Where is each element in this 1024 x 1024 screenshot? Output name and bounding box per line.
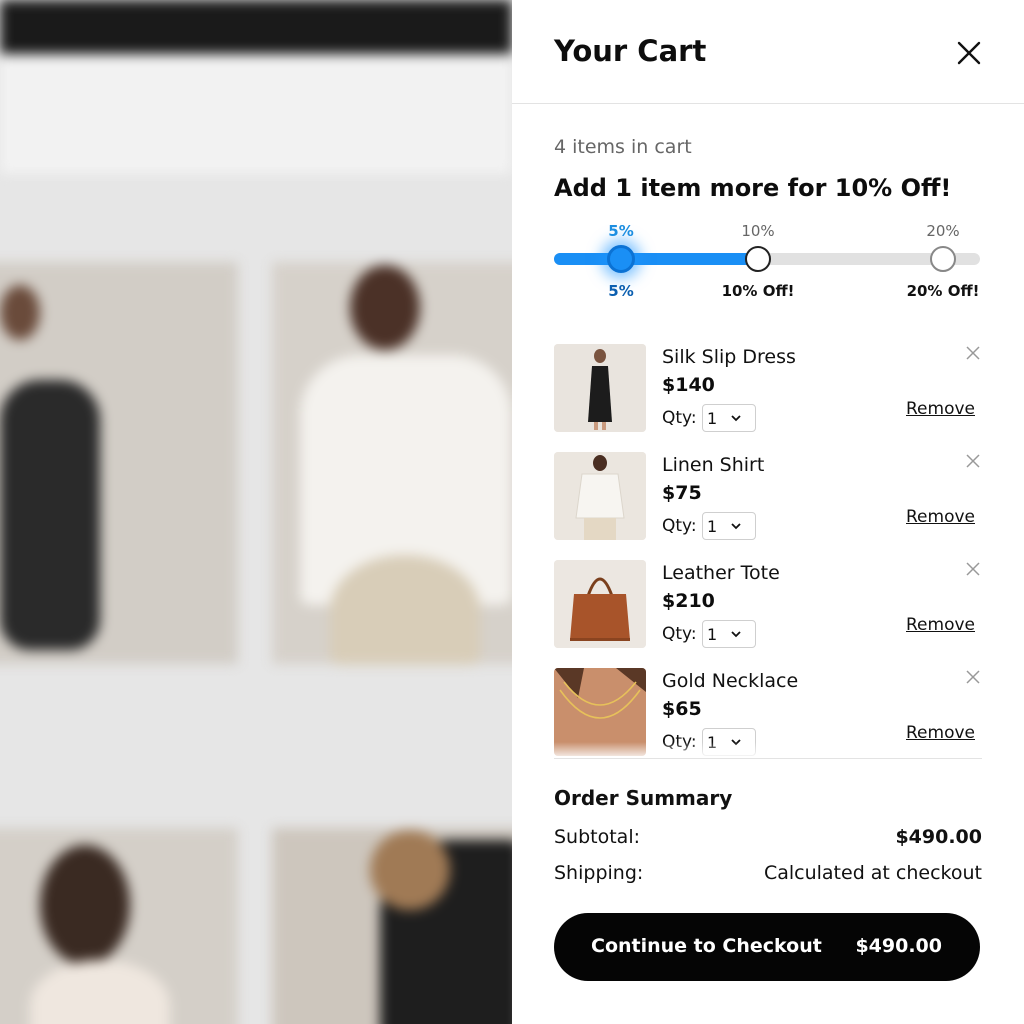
- discount-promo-message: Add 1 item more for 10% Off!: [554, 174, 952, 202]
- qty-label: Qty:: [662, 516, 697, 536]
- checkout-button[interactable]: Continue to Checkout $490.00: [554, 913, 980, 981]
- cart-item-count: 4 items in cart: [554, 136, 692, 158]
- qty-label: Qty:: [662, 624, 697, 644]
- quantity-select[interactable]: 1: [702, 620, 756, 648]
- tier-top-label: 10%: [741, 222, 775, 240]
- current-tier-top-label: 5%: [608, 222, 634, 240]
- qty-value: 1: [707, 409, 718, 428]
- close-icon: [957, 41, 981, 65]
- progress-current-marker: [607, 245, 635, 273]
- discount-progress-bar: 5% 10% 20% 5% 10% Off! 20% Off!: [554, 220, 982, 310]
- tier-top-label: 20%: [926, 222, 960, 240]
- model-figure: [40, 845, 130, 965]
- model-figure: [350, 265, 420, 350]
- chevron-down-icon: [731, 523, 741, 530]
- quantity-select[interactable]: 1: [702, 404, 756, 432]
- close-icon[interactable]: [964, 668, 982, 686]
- cart-header: Your Cart: [512, 0, 1024, 104]
- dress-image: [554, 344, 646, 432]
- chevron-down-icon: [731, 415, 741, 422]
- store-background: [0, 0, 512, 1024]
- remove-link[interactable]: Remove: [906, 723, 975, 743]
- cart-item: Leather Tote $210 Qty: 1 Remove: [554, 558, 982, 648]
- close-icon[interactable]: [964, 344, 982, 362]
- qty-value: 1: [707, 517, 718, 536]
- tier-bottom-label: 10% Off!: [721, 282, 795, 300]
- model-figure: [0, 380, 100, 650]
- product-thumbnail[interactable]: [554, 344, 646, 432]
- remove-link[interactable]: Remove: [906, 399, 975, 419]
- item-price: $140: [662, 374, 715, 396]
- shipping-row: Shipping: Calculated at checkout: [554, 862, 982, 888]
- item-price: $210: [662, 590, 715, 612]
- shipping-label: Shipping:: [554, 862, 644, 884]
- quantity-select[interactable]: 1: [702, 512, 756, 540]
- product-thumbnail[interactable]: [554, 452, 646, 540]
- progress-fill: [554, 253, 758, 265]
- cart-title: Your Cart: [554, 34, 707, 68]
- item-name: Linen Shirt: [662, 454, 765, 476]
- item-price: $65: [662, 698, 702, 720]
- order-summary-title: Order Summary: [554, 786, 733, 810]
- remove-link[interactable]: Remove: [906, 507, 975, 527]
- model-figure: [330, 555, 480, 665]
- progress-tier-marker: [930, 246, 956, 272]
- cart-item: Silk Slip Dress $140 Qty: 1 Remove: [554, 342, 982, 432]
- cart-drawer: Your Cart 4 items in cart Add 1 item mor…: [512, 0, 1024, 1024]
- remove-link[interactable]: Remove: [906, 615, 975, 635]
- store-promo-bar: [0, 0, 512, 54]
- tote-image: [554, 560, 646, 648]
- qty-value: 1: [707, 625, 718, 644]
- item-name: Gold Necklace: [662, 670, 799, 692]
- close-button[interactable]: [952, 36, 986, 70]
- model-figure: [370, 830, 450, 910]
- subtotal-row: Subtotal: $490.00: [554, 826, 982, 852]
- subtotal-label: Subtotal:: [554, 826, 641, 848]
- shirt-image: [554, 452, 646, 540]
- close-icon[interactable]: [964, 452, 982, 470]
- divider: [554, 758, 982, 759]
- cart-item-list: Silk Slip Dress $140 Qty: 1 Remove Linen…: [554, 342, 982, 758]
- store-blurred-content: [0, 0, 512, 1024]
- tier-bottom-label: 20% Off!: [906, 282, 980, 300]
- product-thumbnail[interactable]: [554, 560, 646, 648]
- store-header: [0, 54, 512, 174]
- shipping-value: Calculated at checkout: [763, 862, 982, 884]
- chevron-down-icon: [731, 631, 741, 638]
- item-name: Silk Slip Dress: [662, 346, 796, 368]
- current-tier-bottom-label: 5%: [608, 282, 634, 300]
- subtotal-value: $490.00: [895, 826, 982, 848]
- progress-tier-marker: [745, 246, 771, 272]
- checkout-total: $490.00: [855, 935, 942, 957]
- close-icon[interactable]: [964, 560, 982, 578]
- item-name: Leather Tote: [662, 562, 780, 584]
- qty-label: Qty:: [662, 408, 697, 428]
- item-price: $75: [662, 482, 702, 504]
- model-figure: [0, 285, 40, 340]
- checkout-label: Continue to Checkout: [591, 935, 822, 957]
- cart-item: Linen Shirt $75 Qty: 1 Remove: [554, 450, 982, 540]
